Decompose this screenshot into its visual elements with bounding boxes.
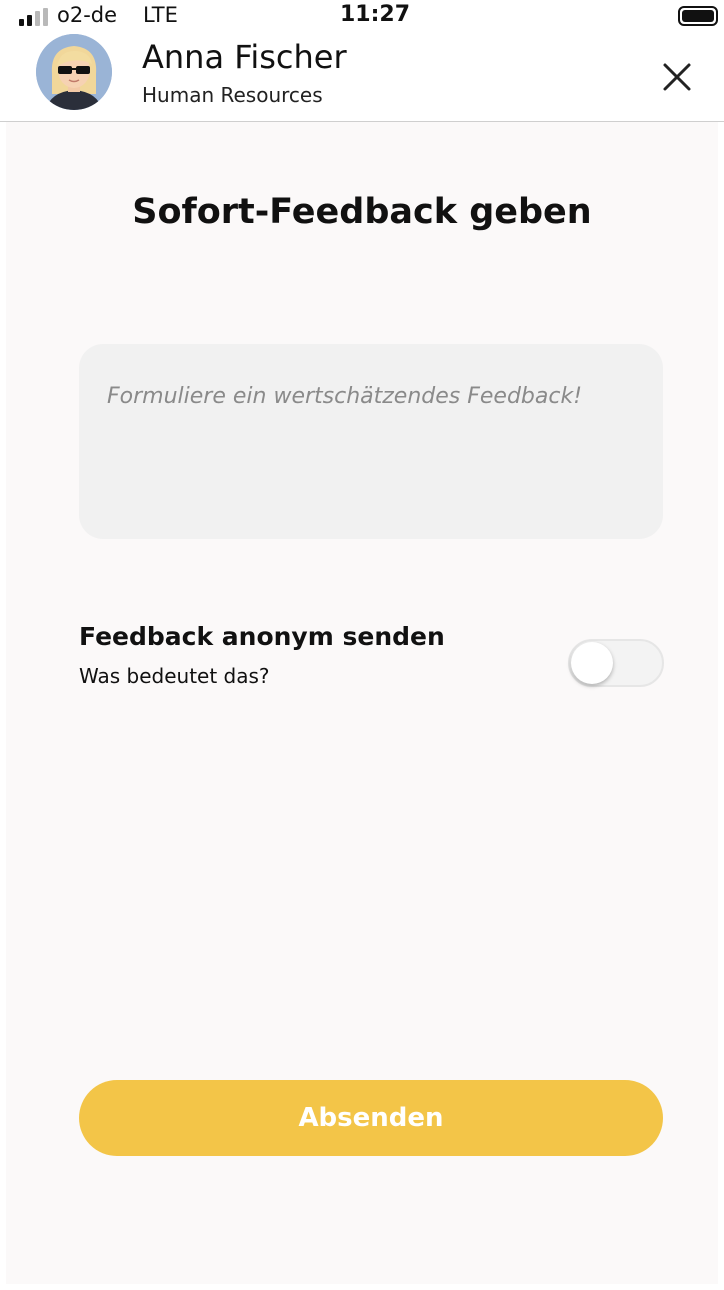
feedback-form: Sofort-Feedback geben Feedback anonym se… bbox=[6, 122, 718, 1284]
user-department: Human Resources bbox=[142, 83, 323, 107]
anonymous-label: Feedback anonym senden bbox=[79, 622, 445, 651]
page-title: Sofort-Feedback geben bbox=[132, 192, 592, 232]
submit-button[interactable]: Absenden bbox=[79, 1080, 663, 1156]
status-time: 11:27 bbox=[340, 2, 411, 27]
anonymous-help-link[interactable]: Was bedeutet das? bbox=[79, 664, 270, 688]
avatar bbox=[36, 34, 112, 110]
user-avatar-icon bbox=[36, 34, 112, 110]
user-name: Anna Fischer bbox=[142, 38, 347, 76]
feedback-textarea[interactable] bbox=[79, 344, 663, 539]
close-button[interactable] bbox=[656, 56, 698, 98]
toggle-knob bbox=[571, 642, 613, 684]
signal-strength-icon bbox=[19, 8, 48, 26]
anonymous-toggle[interactable] bbox=[568, 639, 664, 687]
network-type: LTE bbox=[143, 3, 178, 27]
status-bar: o2-de LTE 11:27 bbox=[0, 0, 724, 34]
submit-button-label: Absenden bbox=[298, 1103, 444, 1133]
battery-icon bbox=[678, 6, 718, 26]
close-icon bbox=[663, 63, 691, 91]
carrier-name: o2-de bbox=[57, 3, 118, 27]
profile-header: Anna Fischer Human Resources bbox=[0, 34, 724, 122]
feedback-textarea-container bbox=[79, 344, 663, 539]
